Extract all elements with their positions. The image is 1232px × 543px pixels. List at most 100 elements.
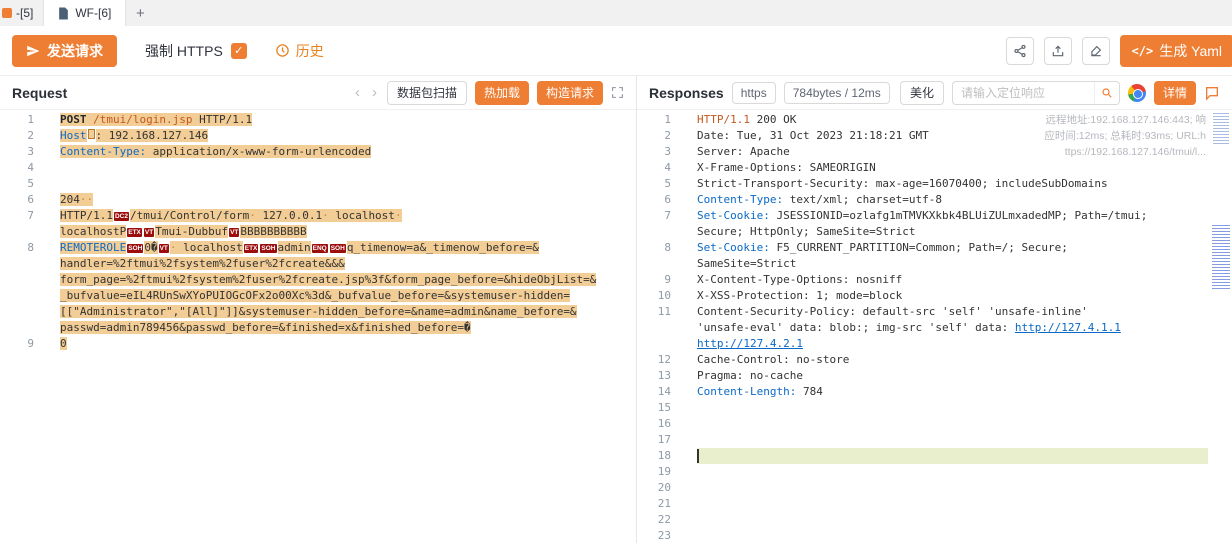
line-number: 17 <box>637 432 677 448</box>
control-char-badge: SOH <box>260 244 276 253</box>
request-editor[interactable]: 1POST /tmui/login.jsp HTTP/1.12Host: 192… <box>0 110 636 543</box>
search-icon <box>1101 87 1113 99</box>
code-line: SameSite=Strict <box>697 256 796 272</box>
control-char-badge: ETX <box>127 228 142 237</box>
editor-row: 'unsafe-eval' data: blob:; img-src 'self… <box>637 320 1232 336</box>
editor-row: 1 HTTP/1.1 200 OK 远程地址:192.168.127.146:443… <box>637 112 1232 128</box>
send-request-button[interactable]: 发送请求 <box>12 35 117 67</box>
editor-row: 3Server: Apachettps://192.168.127.146/tm… <box>637 144 1232 160</box>
code-line: Content-Type: text/xml; charset=utf-8 <box>697 192 942 208</box>
code-token: localhostP <box>60 225 126 238</box>
line-number: 18 <box>637 448 677 464</box>
feedback-chat-icon[interactable] <box>1204 85 1220 101</box>
code-token: 200 OK <box>750 113 796 126</box>
code-token: X-Frame-Options: SAMEORIGIN <box>697 161 876 174</box>
new-tab-button[interactable]: + <box>126 0 154 26</box>
line-number: 8 <box>0 240 40 256</box>
force-https-label: 强制 HTTPS <box>145 41 223 61</box>
packet-scan-button[interactable]: 数据包扫描 <box>387 81 467 105</box>
search-button[interactable] <box>1094 82 1119 104</box>
line-number: 1 <box>637 112 677 128</box>
editor-row: 23 <box>637 528 1232 543</box>
response-panel-header: Responses https 784bytes / 12ms 美化 详情 <box>637 76 1232 110</box>
code-token: admin <box>278 241 311 254</box>
fuzzer-toolbar: 发送请求 强制 HTTPS ✓ 历史 </> 生成 Yaml <box>0 26 1232 76</box>
export-button[interactable] <box>1044 37 1072 65</box>
open-in-chrome-icon[interactable] <box>1128 84 1146 102</box>
code-token: Secure; HttpOnly; SameSite=Strict <box>697 225 916 238</box>
hot-reload-button[interactable]: 热加载 <box>475 81 529 105</box>
code-line: handler=%2ftmui%2fsystem%2fuser%2fcreate… <box>60 256 345 272</box>
editor-row: 20 <box>637 480 1232 496</box>
code-token: q_timenow=a&_timenow_before=& <box>347 241 539 254</box>
share-button[interactable] <box>1006 37 1034 65</box>
tab-label: -[5] <box>16 6 33 20</box>
code-token: X-XSS-Protection: 1; mode=block <box>697 289 902 302</box>
editor-row: 2Host: 192.168.127.146 <box>0 128 636 144</box>
code-token: 784 <box>796 385 823 398</box>
code-token: Strict-Transport-Security: max-age=16070… <box>697 177 1108 190</box>
editor-row: 6Content-Type: text/xml; charset=utf-8 <box>637 192 1232 208</box>
code-token: [["Administrator","[All]"]]&systemuser-h… <box>60 305 577 318</box>
generate-yaml-button[interactable]: </> 生成 Yaml <box>1120 35 1232 67</box>
code-token: Set-Cookie: <box>697 241 770 254</box>
line-number: 7 <box>637 208 677 224</box>
send-request-label: 发送请求 <box>47 41 103 61</box>
code-line: 204·· <box>60 192 93 208</box>
code-token <box>88 129 95 139</box>
code-token: Content-Length: <box>697 385 796 398</box>
beautify-button[interactable]: 美化 <box>900 81 944 105</box>
line-number: 7 <box>0 208 40 224</box>
fullscreen-button[interactable] <box>611 86 624 99</box>
clock-icon <box>275 43 290 58</box>
size-duration-tag: 784bytes / 12ms <box>784 82 890 104</box>
code-line: Date: Tue, 31 Oct 2023 21:18:21 GMT <box>697 128 929 144</box>
code-token: · <box>170 241 177 254</box>
editor-row: 11Content-Security-Policy: default-src '… <box>637 304 1232 320</box>
line-number: 21 <box>637 496 677 512</box>
force-https-checkbox[interactable]: ✓ <box>231 43 247 59</box>
response-editor[interactable]: 1 HTTP/1.1 200 OK 远程地址:192.168.127.146:443… <box>637 110 1232 543</box>
code-line: Strict-Transport-Security: max-age=16070… <box>697 176 1108 192</box>
editor-row: 9X-Content-Type-Options: nosniff <box>637 272 1232 288</box>
editor-row: 6204·· <box>0 192 636 208</box>
details-button[interactable]: 详情 <box>1154 81 1196 105</box>
line-number: 15 <box>637 400 677 416</box>
expand-icon <box>611 86 624 99</box>
search-input[interactable] <box>953 86 1094 100</box>
code-token: Server: Apache <box>697 145 790 158</box>
code-token: 204 <box>60 193 80 206</box>
edit-button[interactable] <box>1082 37 1110 65</box>
next-packet-button[interactable]: › <box>370 84 379 101</box>
code-line: Pragma: no-cache <box>697 368 803 384</box>
minimap[interactable] <box>1210 110 1232 543</box>
editor-row: 22 <box>637 512 1232 528</box>
tab-item-active[interactable]: WF-[6] <box>43 0 126 26</box>
editor-row: 16 <box>637 416 1232 432</box>
share-icon <box>1013 44 1027 58</box>
inline-annotation: 远程地址:192.168.127.146:443; 响 <box>1045 112 1232 128</box>
line-number: 22 <box>637 512 677 528</box>
construct-request-button[interactable]: 构造请求 <box>537 81 603 105</box>
line-number: 8 <box>637 240 677 256</box>
code-token: · <box>395 209 402 222</box>
editor-row: 3Content-Type: application/x-www-form-ur… <box>0 144 636 160</box>
editor-row: _bufvalue=eIL4RUnSwXYoPUIOGcOFx2o00Xc%3d… <box>0 288 636 304</box>
code-line: 'unsafe-eval' data: blob:; img-src 'self… <box>697 320 1121 336</box>
code-token: /tmui/Control/form <box>130 209 249 222</box>
history-button[interactable]: 历史 <box>275 41 324 61</box>
response-editor-wrap: 1 HTTP/1.1 200 OK 远程地址:192.168.127.146:443… <box>637 110 1232 543</box>
code-token: localhost <box>177 241 243 254</box>
code-line: POST /tmui/login.jsp HTTP/1.1 <box>60 112 252 128</box>
control-char-badge: ETX <box>244 244 259 253</box>
prev-packet-button[interactable]: ‹ <box>353 84 362 101</box>
line-number: 14 <box>637 384 677 400</box>
editor-row: 10X-XSS-Protection: 1; mode=block <box>637 288 1232 304</box>
code-token: text/xml; charset=utf-8 <box>783 193 942 206</box>
control-char-badge: VT <box>159 244 169 253</box>
code-token: 0� <box>144 241 157 254</box>
editor-row: 2Date: Tue, 31 Oct 2023 21:18:21 GMT应时间:… <box>637 128 1232 144</box>
editor-row: 17 <box>637 432 1232 448</box>
tab-item-partial[interactable]: -[5] <box>0 0 43 26</box>
code-line: HTTP/1.1 200 OK <box>697 112 796 128</box>
